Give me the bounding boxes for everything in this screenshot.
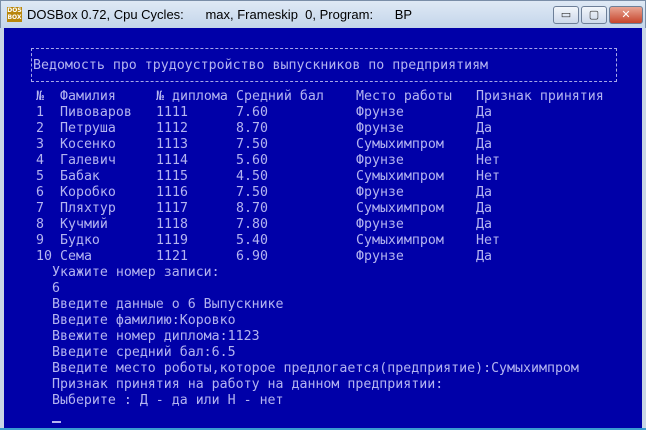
console-line: Укажите номер записи: — [52, 265, 220, 280]
cell-surname: Бабак — [60, 169, 100, 184]
console-line: Введите место роботы,которое предлогаетс… — [52, 361, 579, 376]
header-diploma: № диплома — [156, 89, 228, 104]
console-line: Ввежите номер диплома:1123 — [52, 329, 260, 344]
cell-average: 7.50 — [236, 137, 268, 152]
cell-average: 7.80 — [236, 217, 268, 232]
cell-number: 5 — [36, 169, 44, 184]
cell-average: 6.90 — [236, 249, 268, 264]
cell-accepted: Нет — [476, 169, 500, 184]
text-cursor — [52, 421, 61, 423]
cell-workplace: Фрунзе — [356, 105, 404, 120]
cell-average: 4.50 — [236, 169, 268, 184]
cell-diploma: 1112 — [156, 121, 188, 136]
cell-diploma: 1117 — [156, 201, 188, 216]
cell-diploma: 1121 — [156, 249, 188, 264]
maximize-button[interactable]: ▢ — [581, 6, 607, 24]
header-surname: Фамилия — [60, 89, 116, 104]
minimize-button[interactable]: ▭ — [553, 6, 579, 24]
cell-average: 8.70 — [236, 121, 268, 136]
cell-number: 6 — [36, 185, 44, 200]
window-titlebar: DOS BOX DOSBox 0.72, Cpu Cycles: max, Fra… — [0, 0, 646, 28]
console-line: Выберите : Д - да или Н - нет — [52, 393, 284, 408]
header-number: № — [36, 89, 44, 104]
cell-workplace: Фрунзе — [356, 153, 404, 168]
cell-number: 4 — [36, 153, 44, 168]
cell-average: 8.70 — [236, 201, 268, 216]
window-title: DOSBox 0.72, Cpu Cycles: max, Frameskip … — [27, 7, 413, 22]
cell-accepted: Да — [476, 121, 492, 136]
cell-workplace: Фрунзе — [356, 217, 404, 232]
cell-surname: Пляхтур — [60, 201, 116, 216]
page-heading: Ведомость про трудоустройство выпускнико… — [33, 58, 489, 73]
cell-accepted: Нет — [476, 153, 500, 168]
cell-diploma: 1116 — [156, 185, 188, 200]
cell-diploma: 1114 — [156, 153, 188, 168]
cell-number: 3 — [36, 137, 44, 152]
cell-accepted: Нет — [476, 233, 500, 248]
console-line: Введите данные о 6 Выпускнике — [52, 297, 284, 312]
cell-number: 1 — [36, 105, 44, 120]
console-line: Признак принятия на работу на данном пре… — [52, 377, 444, 392]
cell-surname: Будко — [60, 233, 100, 248]
header-accepted: Признак принятия — [476, 89, 604, 104]
cell-surname: Пивоваров — [60, 105, 132, 120]
cell-workplace: Фрунзе — [356, 121, 404, 136]
cell-diploma: 1113 — [156, 137, 188, 152]
cell-diploma: 1115 — [156, 169, 188, 184]
cell-number: 8 — [36, 217, 44, 232]
cell-workplace: Фрунзе — [356, 249, 404, 264]
cell-surname: Кучмий — [60, 217, 108, 232]
cell-accepted: Да — [476, 137, 492, 152]
header-workplace: Место работы — [356, 89, 452, 104]
cell-surname: Косенко — [60, 137, 116, 152]
cell-surname: Сема — [60, 249, 92, 264]
cell-surname: Петруша — [60, 121, 116, 136]
cell-accepted: Да — [476, 105, 492, 120]
cell-number: 9 — [36, 233, 44, 248]
cell-workplace: Сумыхимпром — [356, 137, 444, 152]
dos-console[interactable]: Ведомость про трудоустройство выпускнико… — [4, 28, 642, 428]
cell-average: 7.60 — [236, 105, 268, 120]
console-line: Введите фамилию:Коровко — [52, 313, 236, 328]
console-line: Введите средний бал:6.5 — [52, 345, 236, 360]
cell-number: 10 — [36, 249, 52, 264]
cell-accepted: Да — [476, 185, 492, 200]
cell-workplace: Сумыхимпром — [356, 233, 444, 248]
cell-number: 7 — [36, 201, 44, 216]
header-average: Средний бал — [236, 89, 324, 104]
cell-workplace: Фрунзе — [356, 185, 404, 200]
cell-surname: Коробко — [60, 185, 116, 200]
cell-accepted: Да — [476, 249, 492, 264]
cell-diploma: 1119 — [156, 233, 188, 248]
cell-average: 7.50 — [236, 185, 268, 200]
cell-surname: Галевич — [60, 153, 116, 168]
cell-average: 5.60 — [236, 153, 268, 168]
cell-diploma: 1111 — [156, 105, 188, 120]
cell-accepted: Да — [476, 201, 492, 216]
cell-number: 2 — [36, 121, 44, 136]
close-button[interactable]: ✕ — [609, 6, 643, 24]
cell-accepted: Да — [476, 217, 492, 232]
cell-workplace: Сумыхимпром — [356, 201, 444, 216]
cell-diploma: 1118 — [156, 217, 188, 232]
cell-workplace: Сумыхимпром — [356, 169, 444, 184]
console-line: 6 — [52, 281, 60, 296]
dosbox-icon: DOS BOX — [7, 7, 22, 22]
cell-average: 5.40 — [236, 233, 268, 248]
